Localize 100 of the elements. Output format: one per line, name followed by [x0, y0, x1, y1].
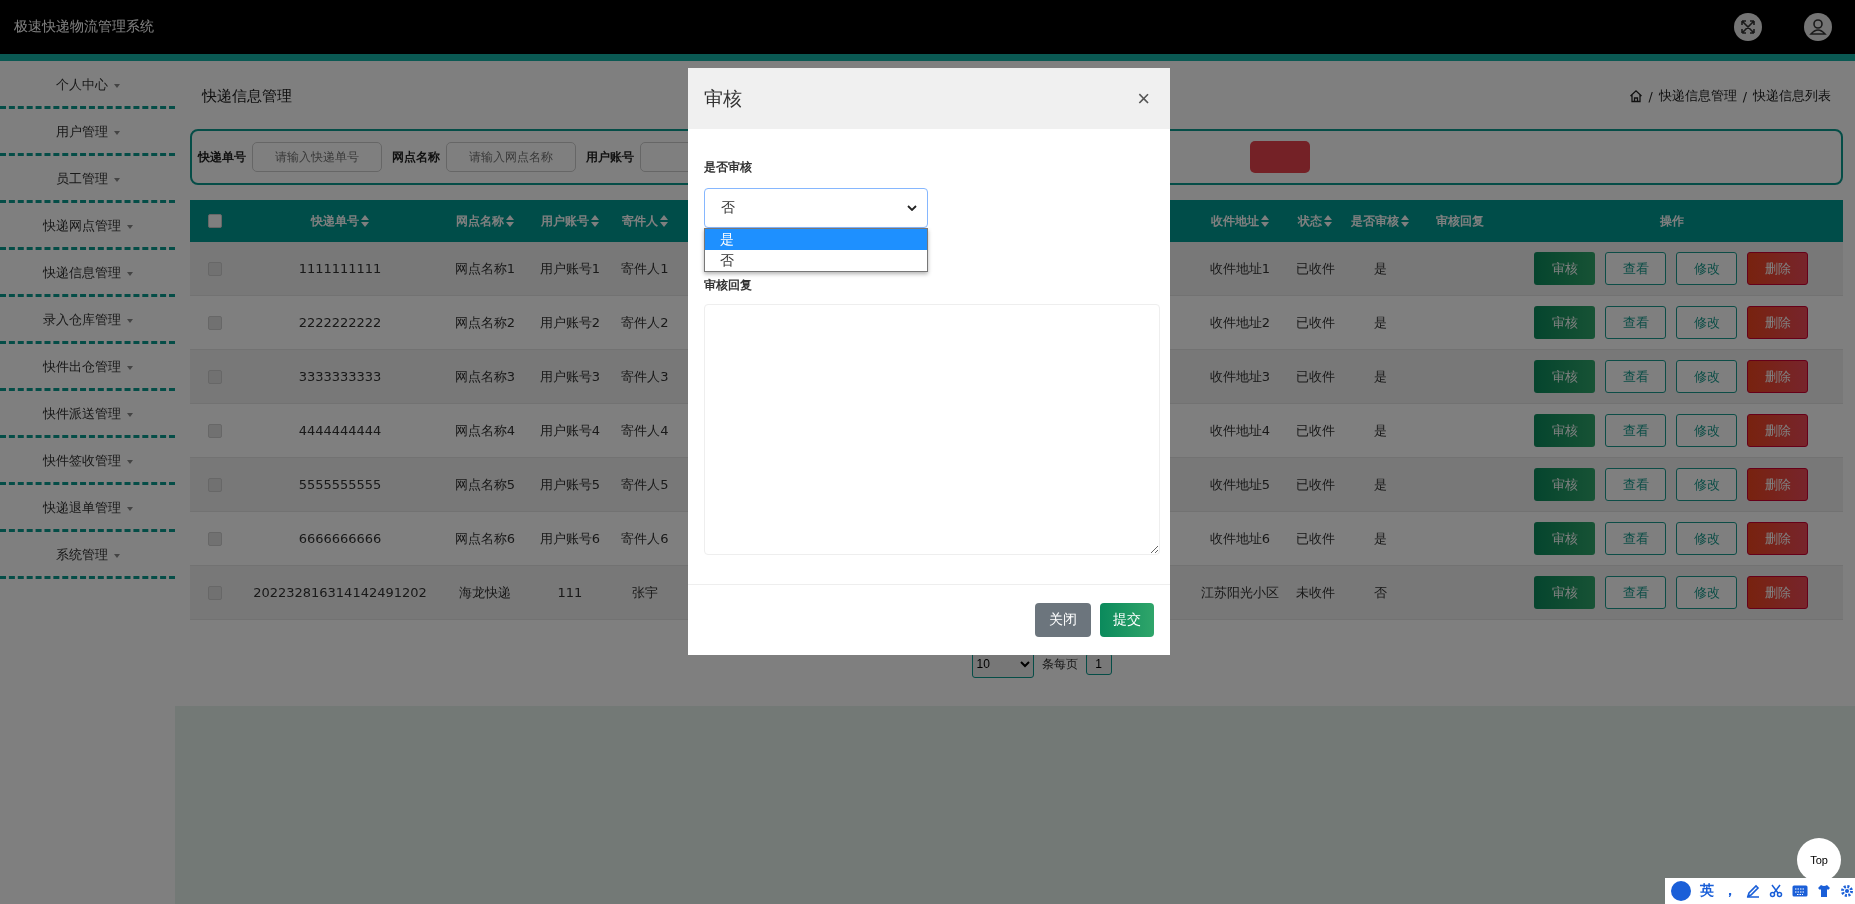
review-button[interactable]: 审核: [1534, 576, 1595, 609]
table-cell: 用户账号3: [539, 368, 601, 384]
home-icon[interactable]: [1628, 89, 1643, 103]
ime-logo-icon[interactable]: [1671, 881, 1691, 901]
column-header[interactable]: 网点名称: [456, 212, 504, 230]
ime-punctuation[interactable]: ，: [1723, 882, 1737, 900]
column-header[interactable]: 用户账号: [541, 212, 589, 230]
view-button[interactable]: 查看: [1605, 468, 1666, 501]
fullscreen-icon[interactable]: [1733, 12, 1763, 42]
column-header[interactable]: 快递单号: [311, 212, 359, 230]
table-cell: 用户账号6: [539, 530, 601, 546]
submit-button[interactable]: 提交: [1100, 603, 1154, 637]
edit-button[interactable]: 修改: [1676, 360, 1737, 393]
shirt-icon[interactable]: [1817, 884, 1831, 898]
column-header[interactable]: 操作: [1659, 212, 1684, 230]
ime-mode[interactable]: 英: [1700, 882, 1714, 900]
breadcrumb-separator: /: [1742, 88, 1747, 104]
view-button[interactable]: 查看: [1605, 252, 1666, 285]
table-cell: 海龙快递: [459, 584, 511, 600]
edit-button[interactable]: 修改: [1676, 576, 1737, 609]
pen-icon[interactable]: [1746, 884, 1760, 898]
table-cell: 寄件人3: [621, 368, 669, 384]
table-cell: 是: [1373, 260, 1387, 276]
checkbox[interactable]: [208, 532, 222, 547]
table-cell: 未收件: [1295, 584, 1335, 600]
checkbox[interactable]: [208, 214, 222, 229]
table-cell: 收件地址6: [1209, 530, 1271, 546]
page-size-label: 条每页: [1041, 655, 1078, 673]
review-button[interactable]: 审核: [1534, 252, 1595, 285]
table-cell: 是: [1373, 368, 1387, 384]
dialog-title: 审核: [704, 85, 742, 111]
edit-button[interactable]: 修改: [1676, 414, 1737, 447]
user-icon[interactable]: [1803, 12, 1833, 42]
delete-button[interactable]: 删除: [1747, 306, 1808, 339]
sort-icon[interactable]: [1324, 215, 1332, 227]
table-cell: 5555555555: [298, 477, 382, 492]
sort-icon[interactable]: [591, 215, 599, 227]
column-header[interactable]: 是否审核: [1351, 212, 1399, 230]
dropdown-option[interactable]: 否: [705, 250, 927, 271]
review-button[interactable]: 审核: [1534, 360, 1595, 393]
table-cell: 网点名称2: [454, 314, 516, 330]
edit-button[interactable]: 修改: [1676, 252, 1737, 285]
settings-icon[interactable]: [1840, 884, 1854, 898]
checkbox[interactable]: [208, 424, 222, 439]
keyboard-icon[interactable]: [1792, 885, 1808, 897]
view-button[interactable]: 查看: [1605, 360, 1666, 393]
view-button[interactable]: 查看: [1605, 306, 1666, 339]
breadcrumb-item[interactable]: 快递信息管理: [1658, 87, 1737, 105]
table-cell: 寄件人4: [621, 422, 669, 438]
breadcrumb-item[interactable]: 快递信息列表: [1753, 87, 1831, 105]
table-cell: 4444444444: [298, 423, 382, 438]
search-field[interactable]: 请输入快递单号: [252, 142, 382, 172]
dropdown-option[interactable]: 是: [705, 229, 927, 250]
search-label: 用户账号: [586, 148, 634, 166]
column-header[interactable]: 收件地址: [1211, 212, 1259, 230]
review-button[interactable]: 审核: [1534, 306, 1595, 339]
table-cell: 否: [1373, 584, 1387, 600]
search-label: 快递单号: [198, 148, 246, 166]
delete-button[interactable]: 删除: [1747, 252, 1808, 285]
review-button[interactable]: 审核: [1534, 468, 1595, 501]
delete-button[interactable]: 删除: [1747, 360, 1808, 393]
view-button[interactable]: 查看: [1605, 576, 1666, 609]
column-header[interactable]: 寄件人: [622, 212, 658, 230]
sort-icon[interactable]: [1261, 215, 1269, 227]
delete-button[interactable]: 删除: [1747, 414, 1808, 447]
reply-field[interactable]: [704, 304, 1160, 555]
delete-button[interactable]: 删除: [1747, 576, 1808, 609]
view-button[interactable]: 查看: [1605, 522, 1666, 555]
column-header[interactable]: 审核回复: [1436, 212, 1484, 230]
sort-icon[interactable]: [506, 215, 514, 227]
sort-icon[interactable]: [660, 215, 668, 227]
table-cell: 张宇: [632, 584, 658, 600]
review-button[interactable]: 审核: [1534, 414, 1595, 447]
review-button[interactable]: 审核: [1534, 522, 1595, 555]
table-cell: 网点名称4: [454, 422, 516, 438]
table-cell: 寄件人6: [621, 530, 669, 546]
edit-button[interactable]: 修改: [1676, 468, 1737, 501]
table-cell: 1111111111: [298, 261, 382, 276]
sort-icon[interactable]: [1401, 215, 1409, 227]
table-cell: 已收件: [1295, 476, 1335, 492]
edit-button[interactable]: 修改: [1676, 306, 1737, 339]
breadcrumb-separator: /: [1648, 88, 1653, 104]
column-header[interactable]: 状态: [1298, 212, 1322, 230]
sort-icon[interactable]: [361, 215, 369, 227]
table-cell: 用户账号5: [539, 476, 601, 492]
checkbox[interactable]: [208, 316, 222, 331]
page-button[interactable]: 1: [1085, 653, 1112, 675]
table-cell: 已收件: [1295, 422, 1335, 438]
close-button[interactable]: ×: [1133, 87, 1154, 110]
search-field[interactable]: 请输入网点名称: [446, 142, 576, 172]
close-dialog-button[interactable]: 关闭: [1035, 603, 1091, 637]
delete-button[interactable]: 删除: [1747, 522, 1808, 555]
delete-button[interactable]: 删除: [1747, 468, 1808, 501]
review-select[interactable]: 否: [704, 188, 928, 228]
table-cell: 寄件人2: [621, 314, 669, 330]
edit-button[interactable]: 修改: [1676, 522, 1737, 555]
scissors-icon[interactable]: [1769, 884, 1783, 898]
table-cell: 是: [1373, 476, 1387, 492]
view-button[interactable]: 查看: [1605, 414, 1666, 447]
table-cell: 收件地址5: [1209, 476, 1271, 492]
